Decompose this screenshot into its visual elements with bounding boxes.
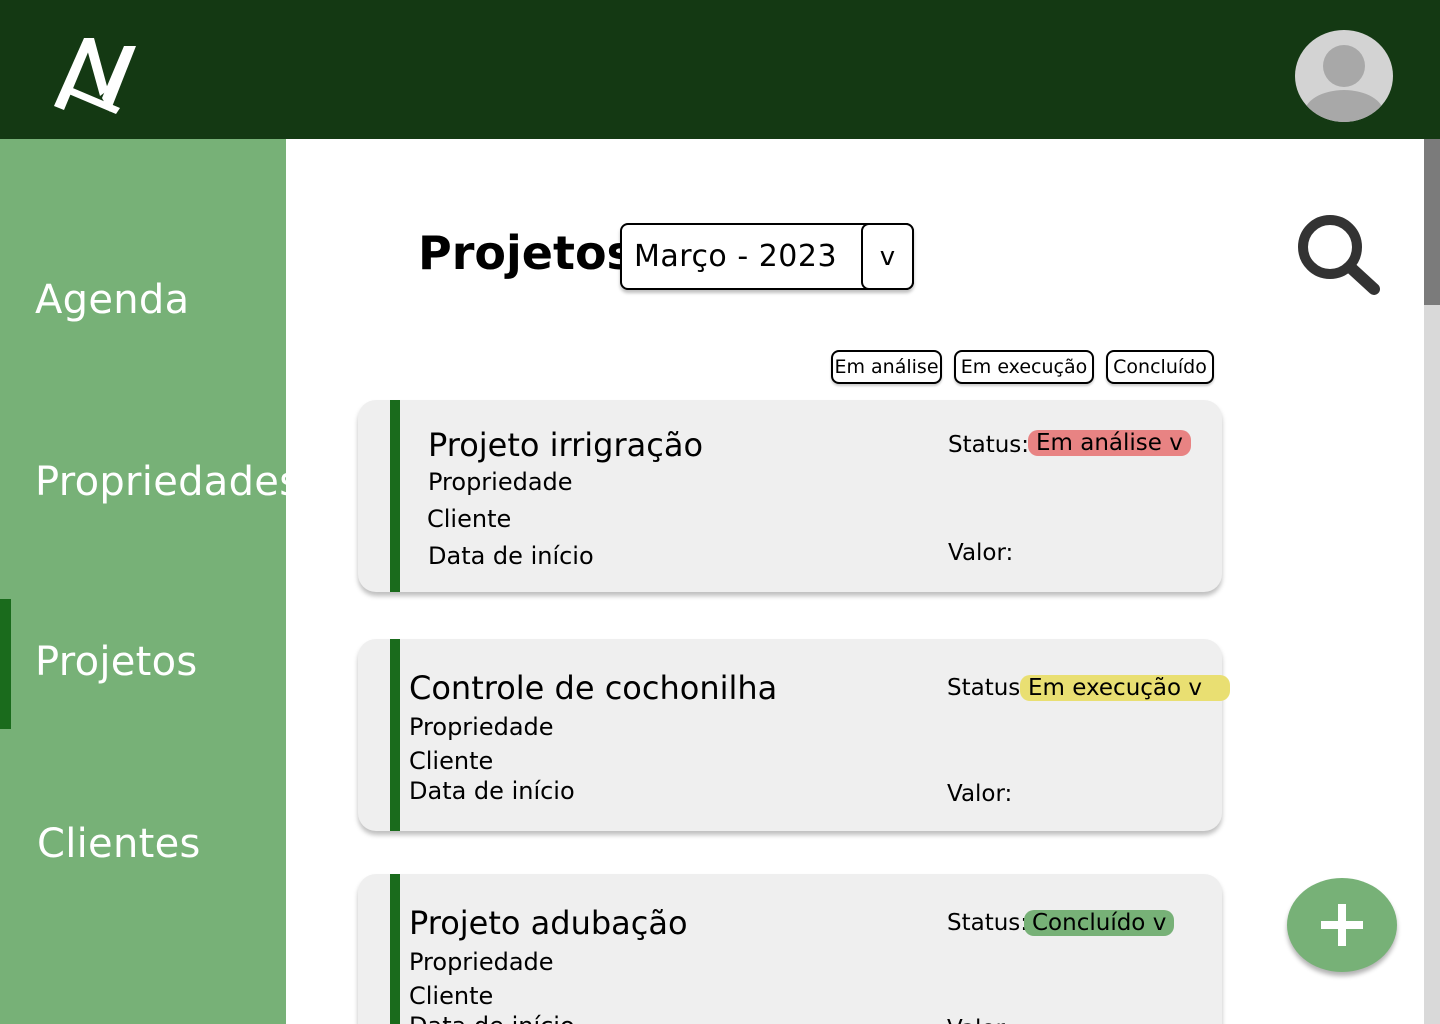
status-dropdown[interactable]: Em execução v (1020, 675, 1231, 701)
status-dropdown[interactable]: Em análise v (1028, 430, 1191, 456)
card-accent (390, 639, 400, 831)
month-select-arrow[interactable]: v (861, 223, 914, 290)
month-select-value: Março - 2023 (634, 239, 838, 274)
project-start-date: Data de início (409, 777, 575, 805)
project-title: Controle de cochonilha (409, 669, 778, 707)
project-property: Propriedade (409, 713, 554, 741)
status-label: Status: (948, 432, 1030, 458)
add-project-button[interactable] (1287, 878, 1397, 972)
project-title: Projeto irrigração (428, 426, 704, 464)
main-content: Projetos Março - 2023 v Em análise Em ex… (286, 139, 1424, 1024)
sidebar: Agenda Propriedades Projetos Clientes (0, 139, 300, 1024)
project-card[interactable]: Projeto irrigração Propriedade Cliente D… (358, 400, 1222, 592)
project-property: Propriedade (409, 948, 554, 976)
scrollbar-track[interactable] (1424, 139, 1440, 1024)
value-label: Valor: (948, 540, 1014, 566)
scrollbar-thumb[interactable] (1424, 139, 1440, 305)
card-accent (390, 400, 400, 592)
project-start-date: Data de início (428, 542, 594, 570)
sidebar-item-agenda[interactable]: Agenda (0, 239, 286, 369)
project-card[interactable]: Projeto adubação Propriedade Cliente Dat… (358, 874, 1222, 1024)
sidebar-item-label: Clientes (37, 821, 201, 867)
page-title: Projetos (418, 226, 634, 280)
status-dropdown[interactable]: Concluído v (1024, 910, 1175, 936)
sidebar-item-label: Agenda (35, 277, 190, 323)
project-start-date: Data de início (409, 1012, 575, 1024)
user-avatar-icon (1304, 45, 1384, 122)
sidebar-item-clientes[interactable]: Clientes (0, 781, 286, 911)
card-accent (390, 874, 400, 1024)
status-label: Status: (947, 675, 1029, 701)
sidebar-item-propriedades[interactable]: Propriedades (0, 419, 300, 549)
value-label: Valor: (947, 781, 1013, 807)
user-avatar[interactable] (1295, 30, 1393, 122)
project-property: Propriedade (428, 468, 573, 496)
active-indicator (0, 599, 11, 729)
filter-em-analise[interactable]: Em análise (831, 350, 942, 384)
search-icon[interactable] (1294, 209, 1384, 299)
filter-concluido[interactable]: Concluído (1106, 350, 1214, 384)
logo-icon[interactable] (50, 34, 140, 118)
project-title: Projeto adubação (409, 904, 688, 942)
month-select[interactable]: Março - 2023 v (620, 223, 914, 290)
plus-icon (1321, 904, 1363, 946)
value-label: Valor: (947, 1016, 1012, 1024)
sidebar-item-projetos[interactable]: Projetos (0, 599, 286, 729)
project-client: Cliente (427, 505, 512, 533)
top-bar (0, 0, 1440, 139)
filter-em-execucao[interactable]: Em execução (954, 350, 1094, 384)
project-card[interactable]: Controle de cochonilha Propriedade Clien… (358, 639, 1231, 831)
status-label: Status: (947, 910, 1029, 936)
sidebar-item-label: Propriedades (35, 459, 301, 505)
project-client: Cliente (409, 982, 494, 1010)
project-client: Cliente (409, 747, 494, 775)
sidebar-item-label: Projetos (35, 639, 198, 685)
